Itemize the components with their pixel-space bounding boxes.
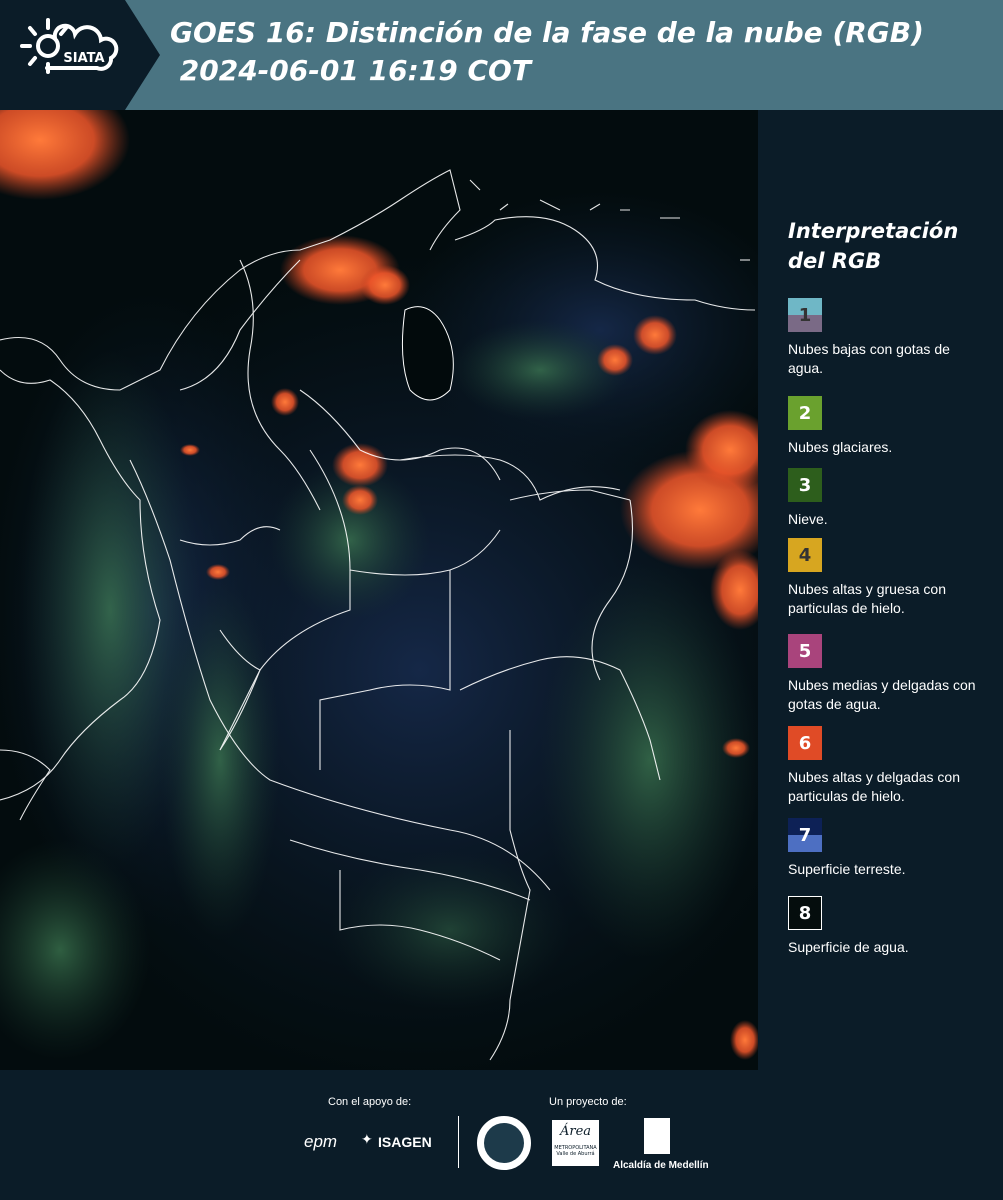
legend-label: Nubes altas y delgadas con particulas de… [788, 769, 960, 804]
legend-label: Superficie de agua. [788, 939, 909, 955]
legend-item: 6 Nubes altas y delgadas con particulas … [788, 726, 988, 806]
legend-swatch: 7 [788, 818, 822, 852]
legend-item: 1 Nubes bajas con gotas de agua. [788, 298, 988, 378]
support-label: Con el apoyo de: [328, 1096, 412, 1108]
legend-swatch: 4 [788, 538, 822, 572]
alcaldia-logo[interactable]: Alcaldía de Medellín [613, 1160, 709, 1171]
legend-swatch: 5 [788, 634, 822, 668]
page-title: GOES 16: Distinción de la fase de la nub… [170, 16, 924, 87]
legend-item: 8 Superficie de agua. [788, 896, 988, 957]
satellite-image [0, 110, 758, 1070]
legend-item: 2 Nubes glaciares. [788, 396, 988, 457]
epm-logo[interactable]: epm [304, 1132, 337, 1152]
legend-label: Superficie terreste. [788, 861, 906, 877]
legend-swatch: 1 [788, 298, 822, 332]
legend-label: Nubes medias y delgadas con gotas de agu… [788, 677, 976, 712]
legend-item: 3 Nieve. [788, 468, 988, 529]
footer: Con el apoyo de: Un proyecto de: epm ✦ I… [0, 1070, 1003, 1200]
siata-logo[interactable]: SIATA [0, 0, 160, 110]
legend-title: Interpretación del RGB [788, 219, 959, 273]
legend-item: 7 Superficie terreste. [788, 818, 988, 879]
header-bar: SIATA GOES 16: Distinción de la fase de … [0, 0, 1003, 110]
siata-logo-text: SIATA [63, 51, 104, 66]
isagen-icon: ✦ [361, 1132, 373, 1148]
legend-label: Nieve. [788, 511, 828, 527]
legend-panel: Interpretación del RGB 1 Nubes bajas con… [766, 110, 1003, 1070]
area-metropolitana-logo[interactable]: Área METROPOLITANA Valle de Aburrá [552, 1120, 599, 1166]
legend-item: 5 Nubes medias y delgadas con gotas de a… [788, 634, 988, 714]
footer-divider [458, 1116, 459, 1168]
satellite-map[interactable] [0, 110, 758, 1070]
legend-item: 4 Nubes altas y gruesa con particulas de… [788, 538, 988, 618]
medellin-shield-icon [644, 1118, 670, 1154]
legend-label: Nubes bajas con gotas de agua. [788, 341, 950, 376]
legend-label: Nubes altas y gruesa con particulas de h… [788, 581, 946, 616]
isagen-logo[interactable]: ISAGEN [378, 1134, 432, 1150]
legend-swatch: 8 [788, 896, 822, 930]
legend-label: Nubes glaciares. [788, 439, 893, 455]
legend-swatch: 6 [788, 726, 822, 760]
legend-swatch: 3 [788, 468, 822, 502]
university-seal-icon[interactable] [477, 1116, 531, 1170]
project-label: Un proyecto de: [549, 1096, 627, 1108]
legend-swatch: 2 [788, 396, 822, 430]
